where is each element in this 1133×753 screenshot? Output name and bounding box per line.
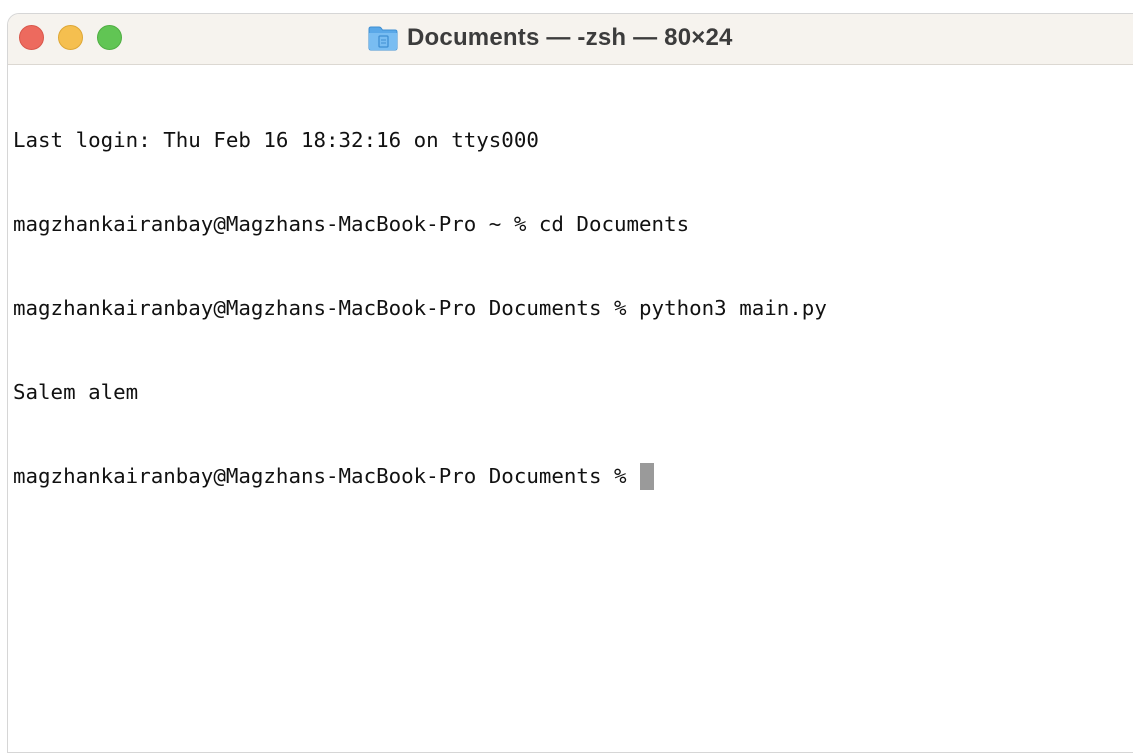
terminal-line-python-command: magzhankairanbay@Magzhans-MacBook-Pro Do… xyxy=(13,296,827,320)
window-title-group: Documents — -zsh — 80×24 xyxy=(368,23,733,53)
terminal-window: Documents — -zsh — 80×24 Last login: Thu… xyxy=(7,13,1133,753)
close-window-button[interactable] xyxy=(19,25,44,50)
title-bar[interactable]: Documents — -zsh — 80×24 xyxy=(8,14,1133,65)
terminal-line-program-output: Salem alem xyxy=(13,380,139,404)
terminal-line-cd-command: magzhankairanbay@Magzhans-MacBook-Pro ~ … xyxy=(13,212,690,236)
window-title: Documents — -zsh — 80×24 xyxy=(407,24,733,51)
minimize-window-button[interactable] xyxy=(58,25,83,50)
zoom-window-button[interactable] xyxy=(97,25,122,50)
terminal-current-prompt-line[interactable]: magzhankairanbay@Magzhans-MacBook-Pro Do… xyxy=(13,462,1133,490)
terminal-prompt: magzhankairanbay@Magzhans-MacBook-Pro Do… xyxy=(13,464,627,488)
folder-icon xyxy=(368,26,398,51)
terminal-output[interactable]: Last login: Thu Feb 16 18:32:16 on ttys0… xyxy=(13,70,1133,752)
terminal-line-last-login: Last login: Thu Feb 16 18:32:16 on ttys0… xyxy=(13,128,539,152)
text-cursor xyxy=(639,463,654,490)
